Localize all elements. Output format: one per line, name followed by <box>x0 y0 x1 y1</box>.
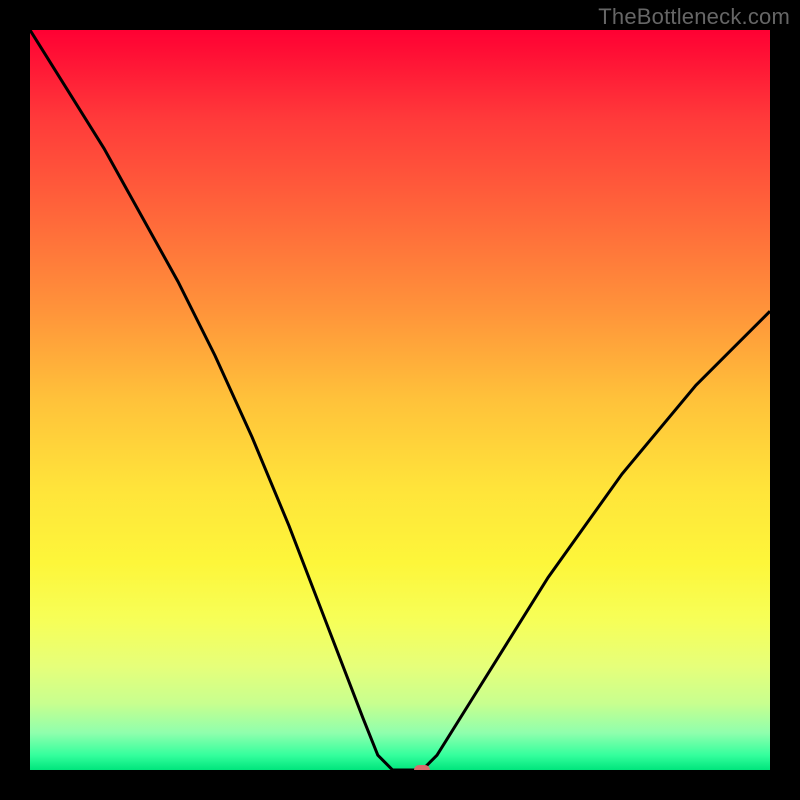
curve-path <box>30 30 770 770</box>
optimum-marker <box>414 765 430 770</box>
bottleneck-curve <box>30 30 770 770</box>
plot-area <box>30 30 770 770</box>
chart-frame: TheBottleneck.com <box>0 0 800 800</box>
watermark-text: TheBottleneck.com <box>598 4 790 30</box>
